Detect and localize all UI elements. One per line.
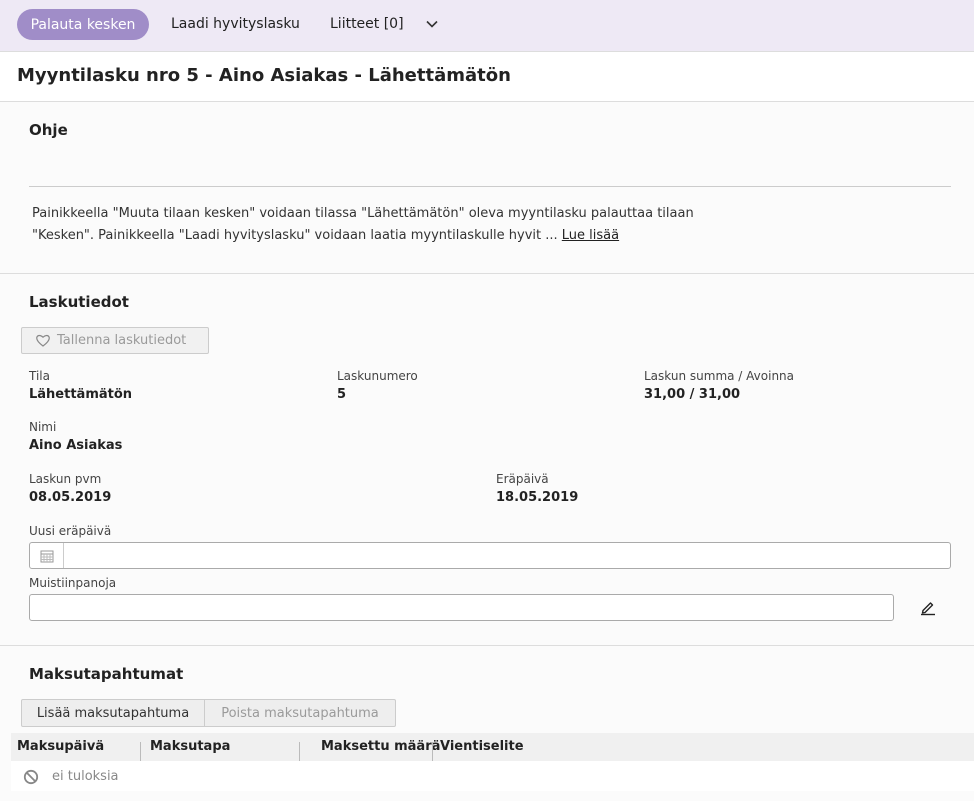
- invoice-number-label: Laskunumero: [337, 369, 418, 383]
- divider: [29, 186, 951, 187]
- invoice-number-value: 5: [337, 387, 347, 402]
- payment-button-group: Lisää maksutapahtuma Poista maksutapahtu…: [21, 699, 396, 727]
- column-header-description[interactable]: Vientiselite: [440, 739, 524, 754]
- invoice-date-label: Laskun pvm: [29, 472, 102, 486]
- attachments-button[interactable]: Liitteet [0]: [330, 16, 404, 32]
- invoice-sum-value: 31,00 / 31,00: [644, 387, 741, 402]
- chevron-down-icon[interactable]: [424, 16, 440, 32]
- return-to-draft-button[interactable]: Palauta kesken: [17, 9, 149, 40]
- pencil-icon[interactable]: [919, 598, 937, 616]
- ohje-section: [0, 102, 974, 273]
- laskutiedot-title: Laskutiedot: [29, 293, 129, 311]
- ban-icon: [23, 769, 39, 785]
- invoice-date-value: 08.05.2019: [29, 490, 112, 505]
- table-empty-row: ei tuloksia: [11, 761, 974, 791]
- save-invoice-details-button[interactable]: Tallenna laskutiedot: [21, 327, 209, 354]
- maksutapahtumat-title: Maksutapahtumat: [29, 665, 184, 683]
- due-date-value: 18.05.2019: [496, 490, 579, 505]
- create-credit-note-button[interactable]: Laadi hyvityslasku: [171, 16, 300, 32]
- save-button-label: Tallenna laskutiedot: [57, 333, 187, 348]
- date-picker-button[interactable]: [30, 543, 64, 568]
- notes-label: Muistiinpanoja: [29, 576, 117, 590]
- empty-results-text: ei tuloksia: [52, 769, 119, 784]
- heart-icon: [36, 334, 50, 347]
- add-payment-button[interactable]: Lisää maksutapahtuma: [21, 699, 205, 727]
- calendar-icon: [40, 550, 53, 562]
- read-more-link[interactable]: Lue lisää: [562, 228, 619, 243]
- name-label: Nimi: [29, 420, 57, 434]
- toolbar: Palauta kesken Laadi hyvityslasku Liitte…: [0, 0, 974, 52]
- column-separator[interactable]: [140, 742, 141, 761]
- ohje-line-2: "Kesken". Painikkeella "Laadi hyvityslas…: [32, 228, 562, 243]
- ohje-line-1: Painikkeella "Muuta tilaan kesken" voida…: [32, 206, 694, 221]
- name-value: Aino Asiakas: [29, 438, 123, 453]
- status-label: Tila: [29, 369, 50, 383]
- page-title: Myyntilasku nro 5 - Aino Asiakas - Lähet…: [17, 65, 511, 86]
- status-value: Lähettämätön: [29, 387, 133, 402]
- ohje-text: Painikkeella "Muuta tilaan kesken" voida…: [32, 203, 732, 247]
- invoice-sum-label: Laskun summa / Avoinna: [644, 369, 795, 383]
- column-header-paid-amount[interactable]: Maksettu määrä: [321, 739, 440, 754]
- ohje-title: Ohje: [29, 121, 68, 139]
- payments-table-header: Maksupäivä Maksutapa Maksettu määrä Vien…: [11, 733, 974, 761]
- new-due-date-label: Uusi eräpäivä: [29, 524, 112, 538]
- new-due-date-field[interactable]: [29, 542, 951, 569]
- column-separator[interactable]: [299, 742, 300, 761]
- due-date-label: Eräpäivä: [496, 472, 549, 486]
- column-header-payment-date[interactable]: Maksupäivä: [17, 739, 104, 754]
- column-separator[interactable]: [432, 742, 433, 761]
- column-header-payment-method[interactable]: Maksutapa: [150, 739, 230, 754]
- delete-payment-button[interactable]: Poista maksutapahtuma: [205, 699, 396, 727]
- notes-field[interactable]: [29, 594, 894, 621]
